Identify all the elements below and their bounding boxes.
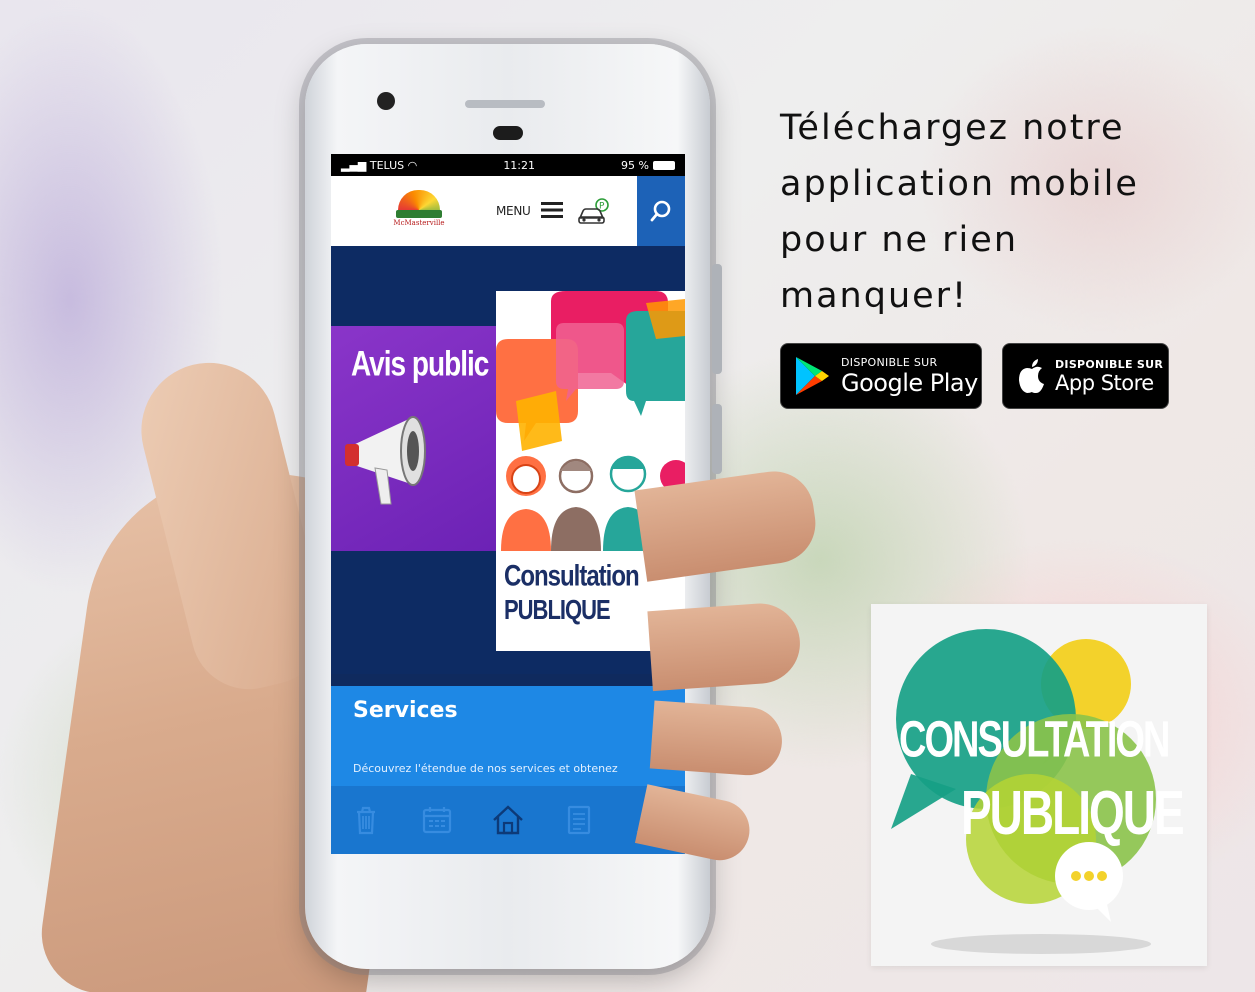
download-headline: Téléchargez notre application mobile pou… bbox=[780, 108, 1139, 316]
avis-public-tile[interactable]: Avis public bbox=[331, 326, 496, 551]
town-logo[interactable]: McMasterville bbox=[391, 190, 447, 230]
hamburger-icon[interactable] bbox=[541, 202, 563, 218]
rainbow-logo-icon bbox=[398, 190, 440, 210]
battery-icon bbox=[653, 161, 675, 170]
battery-indicator: 95 % bbox=[621, 159, 675, 172]
google-play-label: Google Play bbox=[841, 368, 978, 397]
status-time: 11:21 bbox=[503, 158, 536, 172]
services-description: Découvrez l'étendue de nos services et o… bbox=[353, 762, 618, 775]
app-store-small-label: DISPONIBLE SUR bbox=[1055, 357, 1164, 371]
services-title: Services bbox=[353, 698, 458, 723]
consultation-card-line1: CONSULTATION bbox=[899, 712, 1170, 769]
google-play-icon bbox=[796, 357, 829, 395]
app-header: McMasterville MENU P bbox=[331, 176, 685, 246]
side-button bbox=[712, 404, 722, 474]
proximity-sensor bbox=[493, 126, 523, 140]
avis-public-title: Avis public bbox=[351, 344, 489, 383]
search-icon bbox=[650, 200, 671, 222]
consultation-publique-tile[interactable]: Consultation PUBLIQUE bbox=[496, 291, 685, 651]
bottom-navigation bbox=[331, 786, 685, 854]
consultation-publique-label: Consultation PUBLIQUE bbox=[504, 559, 640, 625]
google-play-badge[interactable]: DISPONIBLE SUR Google Play bbox=[780, 343, 982, 409]
earpiece bbox=[465, 100, 545, 108]
megaphone-icon bbox=[345, 416, 426, 505]
calendar-icon[interactable] bbox=[420, 803, 454, 837]
trash-icon[interactable] bbox=[349, 803, 383, 837]
app-store-badge[interactable]: DISPONIBLE SUR App Store bbox=[1002, 343, 1169, 409]
services-section[interactable]: Services Découvrez l'étendue de nos serv… bbox=[331, 686, 685, 786]
hand-finger bbox=[647, 600, 803, 692]
search-button[interactable] bbox=[637, 176, 685, 246]
side-button bbox=[712, 264, 722, 374]
logo-name: McMasterville bbox=[393, 219, 445, 227]
google-play-small-label: DISPONIBLE SUR bbox=[841, 355, 938, 369]
status-bar: ▂▄▆ TELUS ◠ 11:21 95 % bbox=[331, 154, 685, 176]
phone-screen: ▂▄▆ TELUS ◠ 11:21 95 % McMasterville MEN… bbox=[331, 154, 685, 854]
home-icon[interactable] bbox=[491, 803, 525, 837]
hand-finger bbox=[649, 700, 785, 778]
consultation-card-line2: PUBLIQUE bbox=[961, 777, 1185, 848]
app-store-label: App Store bbox=[1055, 370, 1154, 395]
document-icon[interactable] bbox=[562, 803, 596, 837]
front-camera bbox=[377, 92, 395, 110]
news-banner[interactable]: Avis public Consultation PUBLIQUE bbox=[331, 246, 685, 674]
apple-icon bbox=[1019, 359, 1044, 393]
carrier-label: ▂▄▆ TELUS ◠ bbox=[341, 158, 418, 172]
consultation-publique-card[interactable]: CONSULTATION PUBLIQUE bbox=[871, 604, 1207, 966]
parking-car-icon[interactable]: P bbox=[577, 198, 611, 226]
menu-label[interactable]: MENU bbox=[496, 204, 531, 218]
